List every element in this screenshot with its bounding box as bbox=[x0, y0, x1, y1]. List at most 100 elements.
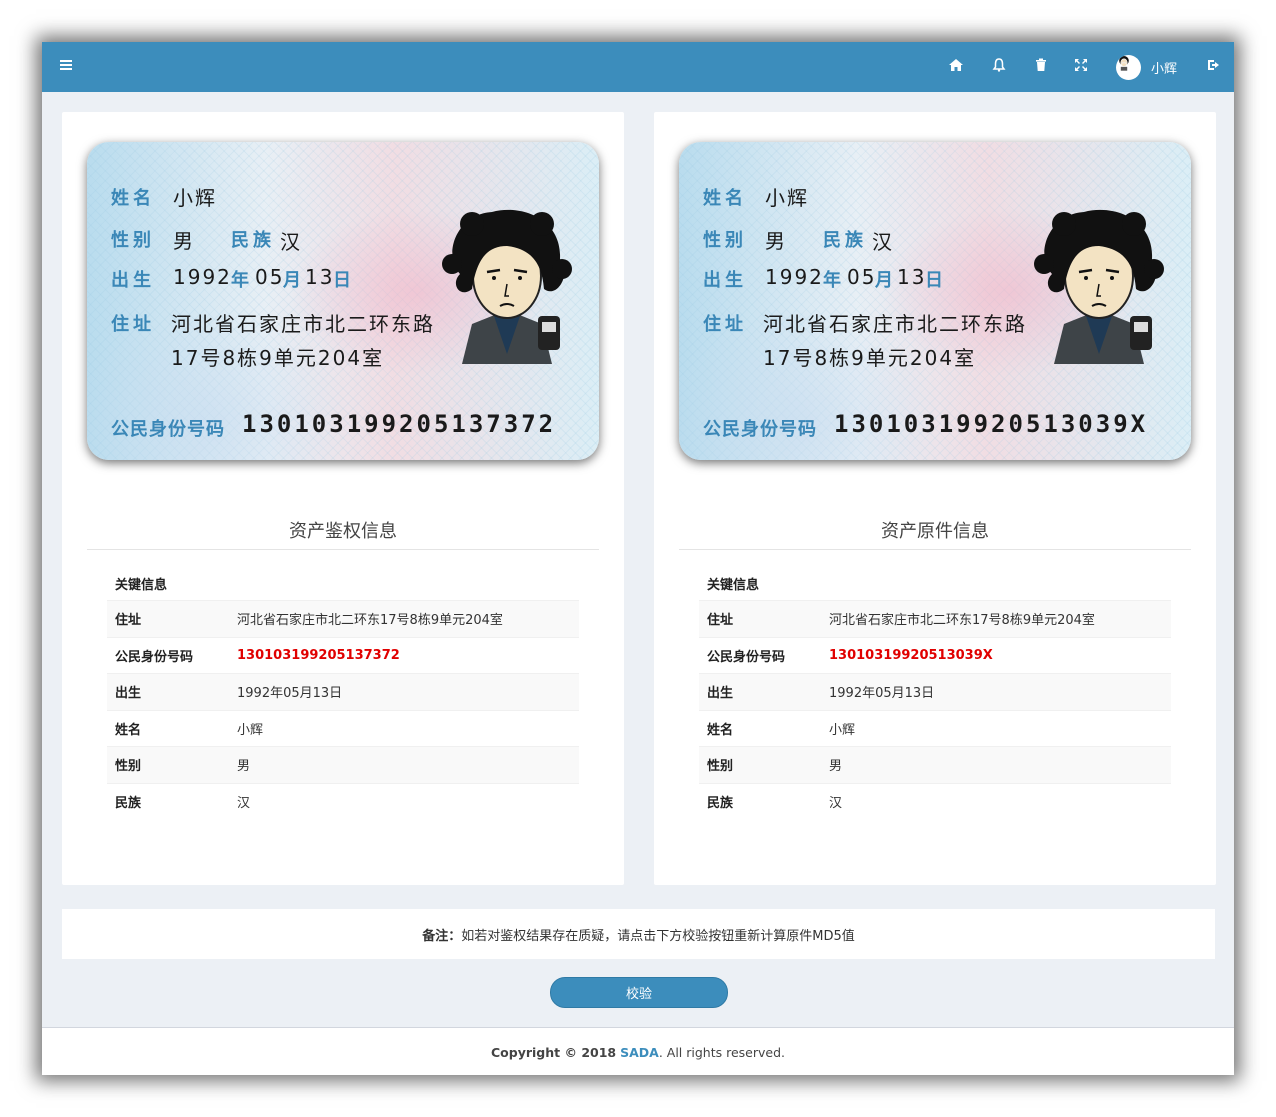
row-value: 河北省石家庄市北二环东17号8栋9单元204室 bbox=[229, 600, 579, 637]
row-value: 河北省石家庄市北二环东17号8栋9单元204室 bbox=[821, 600, 1171, 637]
table-row: 姓名 小辉 bbox=[107, 709, 579, 747]
card-ethnic-label: 民族 bbox=[823, 230, 867, 251]
row-key: 住址 bbox=[107, 600, 229, 637]
section-title: 资产鉴权信息 bbox=[289, 521, 397, 542]
row-key: 性别 bbox=[699, 746, 821, 783]
footer-brand-link[interactable]: SADA bbox=[620, 1045, 659, 1060]
row-value: 男 bbox=[821, 746, 1171, 783]
row-value: 小辉 bbox=[821, 709, 1171, 747]
card-name-label: 姓名 bbox=[703, 188, 747, 209]
row-key: 姓名 bbox=[699, 709, 821, 747]
row-key: 出生 bbox=[107, 673, 229, 710]
card-addr-line2: 17号8栋9单元204室 bbox=[171, 346, 385, 370]
fullscreen-icon[interactable] bbox=[1073, 57, 1093, 77]
user-name: 小辉 bbox=[1151, 61, 1178, 77]
card-id-number: 130103199205137372 bbox=[242, 410, 557, 438]
card-addr-label: 住址 bbox=[111, 314, 155, 335]
key-info-title: 关键信息 bbox=[707, 578, 760, 593]
card-name-label: 姓名 bbox=[111, 188, 155, 209]
row-value: 汉 bbox=[821, 782, 1171, 819]
card-name: 小辉 bbox=[765, 186, 809, 210]
card-id-label: 公民身份号码 bbox=[111, 419, 225, 440]
row-key: 住址 bbox=[699, 600, 821, 637]
verify-button[interactable]: 校验 bbox=[550, 977, 728, 1008]
id-card-image: 姓名 小辉 性别 男 民族 汉 出生 1992 年 05 月 13 日 住址 河… bbox=[87, 142, 599, 460]
card-addr-line1: 河北省石家庄市北二环东路 bbox=[171, 312, 435, 336]
table-row: 公民身份号码 130103199205137372 bbox=[107, 636, 579, 674]
table-row: 姓名 小辉 bbox=[699, 709, 1171, 747]
row-key: 公民身份号码 bbox=[699, 636, 821, 674]
panel-original-info: 姓名 小辉 性别 男 民族 汉 出生 1992 年 05 月 13 日 住址 河… bbox=[654, 112, 1216, 885]
table-row: 住址 河北省石家庄市北二环东17号8栋9单元204室 bbox=[107, 600, 579, 637]
card-birth-day: 13 bbox=[897, 265, 927, 289]
row-value: 男 bbox=[229, 746, 579, 783]
app-window: 小辉 姓名 小辉 性别 男 民族 汉 出生 1992 年 05 月 13 日 住… bbox=[42, 42, 1234, 1075]
row-key: 民族 bbox=[107, 782, 229, 819]
note-text: 如若对鉴权结果存在质疑，请点击下方校验按钮重新计算原件MD5值 bbox=[461, 928, 855, 944]
card-addr-label: 住址 bbox=[703, 314, 747, 335]
portrait-image bbox=[1034, 209, 1164, 364]
card-birth-month: 05 bbox=[847, 265, 877, 289]
card-id-label: 公民身份号码 bbox=[703, 419, 817, 440]
table-row: 性别男 bbox=[699, 746, 1171, 783]
card-birth-day: 13 bbox=[305, 265, 335, 289]
card-ethnic: 汉 bbox=[280, 230, 302, 254]
menu-icon[interactable] bbox=[58, 57, 78, 77]
row-value: 130103199205137372 bbox=[229, 636, 579, 674]
bell-icon[interactable] bbox=[991, 57, 1011, 77]
avatar bbox=[1116, 54, 1141, 80]
card-day-char: 日 bbox=[333, 270, 351, 291]
card-year-char: 年 bbox=[823, 270, 841, 291]
card-gender: 男 bbox=[765, 229, 787, 253]
card-gender-label: 性别 bbox=[703, 230, 747, 251]
info-table: 住址 河北省石家庄市北二环东17号8栋9单元204室 公民身份号码 130103199… bbox=[699, 600, 1171, 819]
card-addr-line2: 17号8栋9单元204室 bbox=[763, 346, 977, 370]
row-key: 出生 bbox=[699, 673, 821, 710]
note-label: 备注： bbox=[422, 928, 462, 944]
row-value: 13010319920513039X bbox=[821, 636, 1171, 674]
card-ethnic-label: 民族 bbox=[231, 230, 275, 251]
card-year-char: 年 bbox=[231, 270, 249, 291]
portrait-image bbox=[442, 209, 572, 364]
row-value: 汉 bbox=[229, 782, 579, 819]
divider bbox=[679, 549, 1191, 550]
card-addr-line1: 河北省石家庄市北二环东路 bbox=[763, 312, 1027, 336]
row-key: 姓名 bbox=[107, 709, 229, 747]
row-value: 小辉 bbox=[229, 709, 579, 747]
divider bbox=[87, 549, 599, 550]
row-key: 性别 bbox=[107, 746, 229, 783]
key-info-title: 关键信息 bbox=[115, 578, 168, 593]
home-icon[interactable] bbox=[948, 57, 968, 77]
card-gender: 男 bbox=[173, 229, 195, 253]
id-card-image: 姓名 小辉 性别 男 民族 汉 出生 1992 年 05 月 13 日 住址 河… bbox=[679, 142, 1191, 460]
table-row: 住址 河北省石家庄市北二环东17号8栋9单元204室 bbox=[699, 600, 1171, 637]
section-title: 资产原件信息 bbox=[881, 521, 989, 542]
info-table: 住址 河北省石家庄市北二环东17号8栋9单元204室 公民身份号码 130103199… bbox=[107, 600, 579, 819]
table-row: 出生 1992年05月13日 bbox=[107, 673, 579, 710]
card-day-char: 日 bbox=[925, 270, 943, 291]
card-month-char: 月 bbox=[283, 270, 301, 291]
row-key: 民族 bbox=[699, 782, 821, 819]
panel-auth-info: 姓名 小辉 性别 男 民族 汉 出生 1992 年 05 月 13 日 住址 河… bbox=[62, 112, 624, 885]
logout-icon[interactable] bbox=[1206, 57, 1226, 77]
card-month-char: 月 bbox=[875, 270, 893, 291]
row-value: 1992年05月13日 bbox=[821, 673, 1171, 710]
table-row: 公民身份号码 13010319920513039X bbox=[699, 636, 1171, 674]
footer: Copyright © 2018 SADA . All rights reser… bbox=[42, 1027, 1234, 1075]
card-birth-label: 出生 bbox=[111, 270, 155, 291]
card-birth-year: 1992 bbox=[765, 265, 824, 289]
table-row: 性别男 bbox=[107, 746, 579, 783]
card-birth-year: 1992 bbox=[173, 265, 232, 289]
user-menu[interactable]: 小辉 bbox=[1116, 54, 1177, 80]
card-gender-label: 性别 bbox=[111, 230, 155, 251]
footer-rights: . All rights reserved. bbox=[658, 1044, 785, 1060]
footer-copyright: Copyright © 2018 bbox=[490, 1044, 617, 1060]
card-birth-month: 05 bbox=[255, 265, 285, 289]
card-name: 小辉 bbox=[173, 186, 217, 210]
card-id-number: 13010319920513039X bbox=[834, 410, 1149, 438]
trash-icon[interactable] bbox=[1033, 57, 1053, 77]
row-key: 公民身份号码 bbox=[107, 636, 229, 674]
table-row: 民族汉 bbox=[107, 782, 579, 819]
table-row: 民族汉 bbox=[699, 782, 1171, 819]
card-birth-label: 出生 bbox=[703, 270, 747, 291]
